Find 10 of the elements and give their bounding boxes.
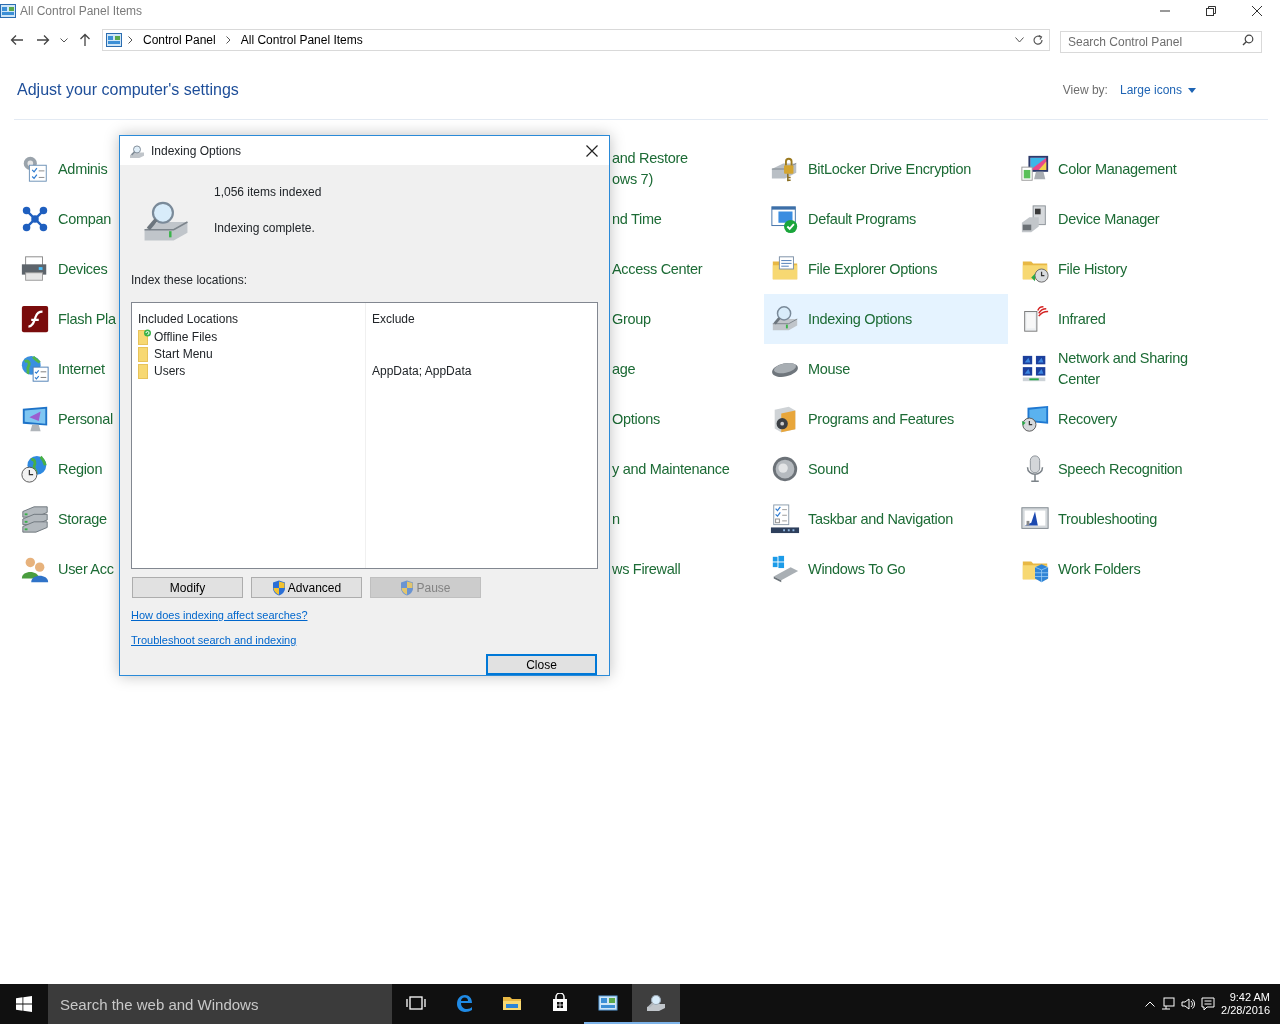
column-header: Included Locations	[138, 310, 240, 328]
column-header: Exclude	[372, 310, 416, 328]
page-heading: Adjust your computer's settings	[17, 80, 239, 100]
exclude-text: AppData; AppData	[372, 362, 472, 380]
view-by-label: View by:	[1062, 82, 1108, 99]
window-title: All Control Panel Items	[20, 3, 143, 20]
indexed-count: 1,056 items indexed	[214, 184, 322, 201]
locations-label: Index these locations:	[130, 272, 249, 290]
indexing-status: Indexing complete.	[214, 220, 316, 237]
dialog-title: Indexing Options	[151, 142, 242, 160]
